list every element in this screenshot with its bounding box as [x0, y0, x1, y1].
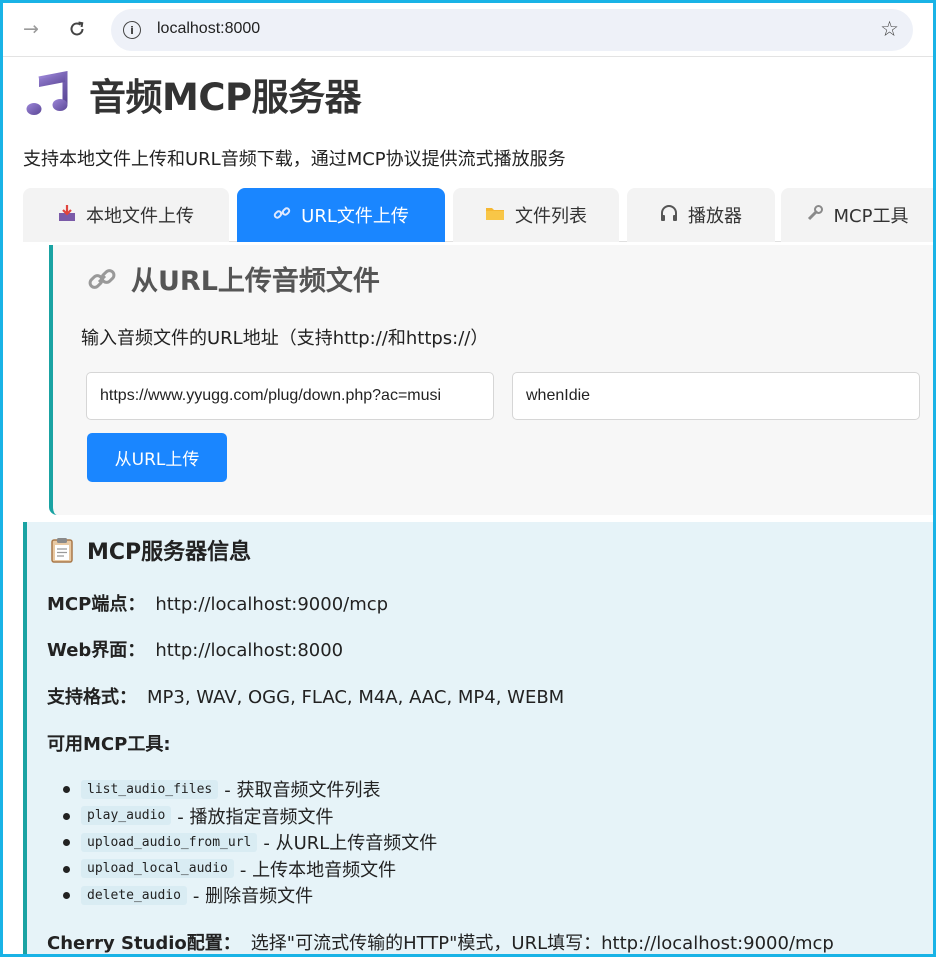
tab-bar: 本地文件上传 URL文件上传 文件列表 播放器 MCP工具 [23, 188, 933, 242]
mcp-endpoint-row: MCP端点： http://localhost:9000/mcp [47, 590, 388, 616]
server-info-heading-text: MCP服务器信息 [87, 540, 252, 565]
list-item: upload_local_audio - 上传本地音频文件 [62, 856, 437, 883]
address-bar[interactable]: i localhost:8000 ☆ [111, 9, 913, 51]
web-interface-label: Web界面： [47, 640, 146, 661]
tool-desc: - 从URL上传音频文件 [263, 833, 438, 855]
list-item: play_audio - 播放指定音频文件 [62, 803, 437, 830]
mcp-endpoint-label: MCP端点： [47, 594, 146, 615]
url-upload-panel: 从URL上传音频文件 输入音频文件的URL地址（支持http://和https:… [49, 245, 933, 515]
tool-desc: - 删除音频文件 [192, 886, 314, 908]
supported-formats-row: 支持格式： MP3, WAV, OGG, FLAC, M4A, AAC, MP4,… [47, 683, 564, 709]
url-upload-heading: 从URL上传音频文件 [87, 259, 380, 298]
tool-name: upload_local_audio [81, 859, 234, 879]
list-item: list_audio_files - 获取音频文件列表 [62, 776, 437, 803]
mcp-endpoint-value: http://localhost:9000/mcp [155, 594, 389, 615]
page-subtitle: 支持本地文件上传和URL音频下载，通过MCP协议提供流式播放服务 [23, 149, 566, 170]
headphones-icon [660, 204, 678, 226]
file-name-input[interactable]: whenIdie [512, 372, 920, 420]
web-interface-row: Web界面： http://localhost:8000 [47, 636, 343, 662]
tool-desc: - 播放指定音频文件 [177, 806, 334, 828]
mcp-tools-list: list_audio_files - 获取音频文件列表 play_audio - 播… [62, 776, 438, 909]
tab-label: 本地文件上传 [86, 206, 194, 227]
page-title: 音频MCP服务器 [89, 76, 362, 119]
url-upload-heading-text: 从URL上传音频文件 [131, 266, 380, 297]
supported-formats-value: MP3, WAV, OGG, FLAC, M4A, AAC, MP4, WEBM [147, 687, 565, 708]
tab-label: 文件列表 [515, 206, 587, 227]
list-item: upload_audio_from_url - 从URL上传音频文件 [62, 829, 438, 856]
list-item: delete_audio - 删除音频文件 [62, 882, 437, 909]
inbox-tray-icon [58, 204, 76, 226]
cherry-studio-config-row: Cherry Studio配置： 选择"可流式传输的HTTP"模式，URL填写：h… [47, 929, 834, 954]
tab-mcp-tools[interactable]: MCP工具 [781, 188, 933, 242]
page-content: 音频MCP服务器 支持本地文件上传和URL音频下载，通过MCP协议提供流式播放服… [3, 58, 933, 954]
music-note-icon [26, 71, 68, 115]
available-tools-row: 可用MCP工具: [47, 730, 181, 756]
tab-player[interactable]: 播放器 [627, 188, 775, 242]
address-url[interactable]: localhost:8000 [157, 20, 260, 38]
supported-formats-label: 支持格式： [47, 687, 137, 708]
tab-local-upload[interactable]: 本地文件上传 [23, 188, 229, 242]
tool-desc: - 获取音频文件列表 [224, 780, 381, 802]
tab-file-list[interactable]: 文件列表 [453, 188, 619, 242]
tool-name: delete_audio [81, 885, 187, 905]
mcp-server-info-panel: MCP服务器信息 MCP端点： http://localhost:9000/mcp… [23, 522, 933, 954]
star-icon[interactable]: ☆ [880, 17, 899, 41]
tool-desc: - 上传本地音频文件 [239, 859, 397, 881]
site-info-icon[interactable]: i [123, 21, 141, 39]
link-icon [273, 204, 291, 226]
tab-label: 播放器 [688, 206, 742, 227]
arrow-right-icon[interactable]: → [17, 15, 45, 43]
server-info-heading: MCP服务器信息 [51, 534, 251, 566]
web-interface-value: http://localhost:8000 [155, 640, 344, 661]
audio-url-input[interactable]: https://www.yyugg.com/plug/down.php?ac=m… [86, 372, 494, 420]
link-icon [88, 268, 116, 289]
folder-icon [485, 205, 505, 225]
browser-toolbar: → i localhost:8000 ☆ [3, 3, 933, 57]
wrench-icon [806, 204, 824, 226]
tool-name: play_audio [81, 806, 172, 826]
upload-from-url-button[interactable]: 从URL上传 [87, 433, 227, 482]
screenshot-frame: → i localhost:8000 ☆ 音频MCP服务器 支持本地文件上传和U… [0, 0, 936, 957]
tab-url-upload[interactable]: URL文件上传 [237, 188, 445, 242]
cherry-studio-label: Cherry Studio配置： [47, 933, 241, 954]
tool-name: list_audio_files [81, 779, 219, 799]
url-upload-description: 输入音频文件的URL地址（支持http://和https://） [81, 328, 489, 349]
tab-label: URL文件上传 [301, 206, 409, 227]
cherry-studio-value: 选择"可流式传输的HTTP"模式，URL填写：http://localhost:… [250, 933, 834, 954]
tool-name: upload_audio_from_url [81, 832, 258, 852]
available-tools-label: 可用MCP工具: [47, 734, 171, 755]
reload-glyph [70, 21, 84, 36]
tab-label: MCP工具 [833, 206, 909, 227]
clipboard-icon [51, 538, 73, 563]
reload-icon[interactable] [63, 15, 91, 43]
page-header: 音频MCP服务器 [25, 68, 362, 120]
